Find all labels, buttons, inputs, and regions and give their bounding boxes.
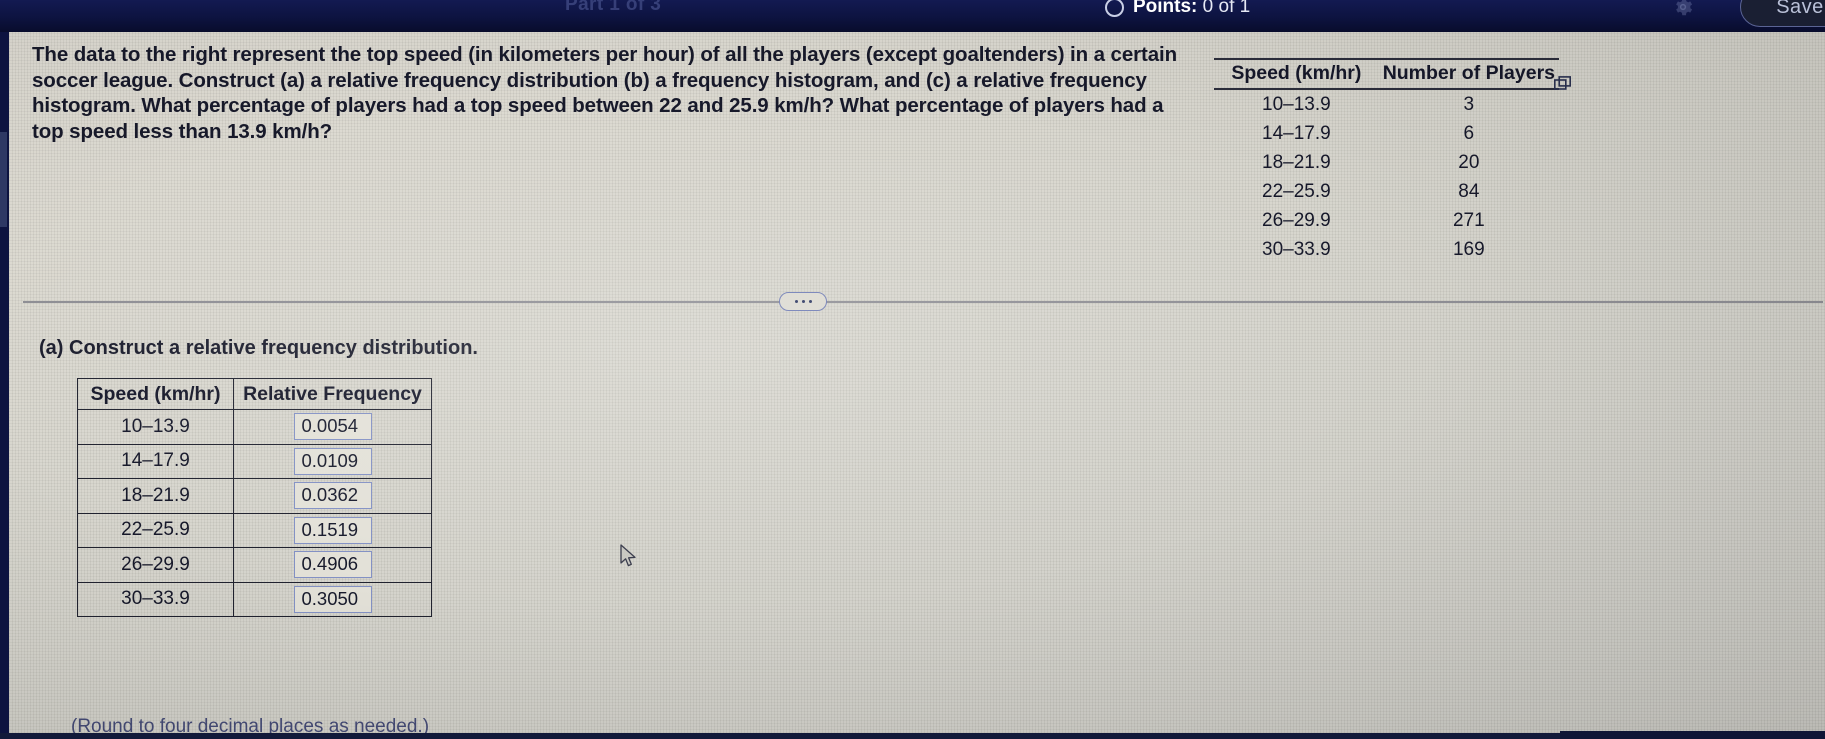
table-row: 26–29.9 0.4906 bbox=[77, 547, 432, 583]
table-row: 26–29.9 271 bbox=[1214, 206, 1559, 235]
answer-cell-speed: 14–17.9 bbox=[77, 443, 234, 479]
table-row: 22–25.9 0.1519 bbox=[77, 512, 432, 548]
answer-cell-input-wrap: 0.0109 bbox=[233, 443, 432, 479]
cell-speed: 30–33.9 bbox=[1262, 238, 1331, 260]
points-indicator: Points: 0 of 1 bbox=[1105, 0, 1250, 18]
answer-cell-input-wrap: 0.1519 bbox=[233, 512, 432, 548]
question-content-sheet: The data to the right represent the top … bbox=[9, 32, 1825, 739]
cell-players: 3 bbox=[1463, 93, 1475, 115]
left-rail bbox=[0, 32, 9, 739]
answer-cell-input-wrap: 0.4906 bbox=[233, 547, 432, 583]
cell-players: 6 bbox=[1463, 122, 1475, 144]
relative-frequency-input[interactable]: 0.0054 bbox=[293, 413, 372, 441]
part-a-label: (a) bbox=[39, 337, 64, 359]
answer-column-header-speed: Speed (km/hr) bbox=[77, 378, 234, 410]
table-row: 10–13.9 3 bbox=[1214, 89, 1559, 119]
answer-cell-speed: 30–33.9 bbox=[77, 581, 234, 617]
cell-players: 84 bbox=[1458, 180, 1480, 202]
mouse-cursor-icon bbox=[620, 544, 636, 567]
part-progress-label: Part 1 of 3 bbox=[565, 0, 662, 15]
part-a-text: Construct a relative frequency distribut… bbox=[63, 337, 478, 359]
more-options-button[interactable] bbox=[779, 292, 827, 311]
dot-icon bbox=[794, 300, 798, 303]
bottom-bar bbox=[0, 733, 1825, 739]
relative-frequency-input[interactable]: 0.3050 bbox=[293, 585, 372, 613]
table-header-row: Speed (km/hr) Number of Players bbox=[1214, 58, 1559, 90]
relative-frequency-input[interactable]: 0.0109 bbox=[293, 447, 372, 475]
cell-speed: 18–21.9 bbox=[1262, 151, 1331, 173]
source-data-table: Speed (km/hr) Number of Players 10–13.9 … bbox=[1214, 58, 1559, 264]
cell-speed: 22–25.9 bbox=[1262, 180, 1331, 202]
cell-players: 20 bbox=[1458, 151, 1480, 173]
cell-players: 169 bbox=[1452, 238, 1485, 260]
relative-frequency-answer-table: Speed (km/hr) Relative Frequency 10–13.9… bbox=[77, 378, 432, 617]
answer-cell-speed: 22–25.9 bbox=[77, 512, 234, 548]
table-row: 14–17.9 6 bbox=[1214, 119, 1559, 148]
cell-speed: 14–17.9 bbox=[1262, 122, 1331, 144]
app-top-bar: Part 1 of 3 Points: 0 of 1 Save bbox=[0, 0, 1825, 32]
question-prompt: The data to the right represent the top … bbox=[32, 43, 1178, 143]
points-value: 0 of 1 bbox=[1202, 0, 1251, 17]
table-row: 18–21.9 0.0362 bbox=[77, 478, 432, 514]
screen-root: Part 1 of 3 Points: 0 of 1 Save The data… bbox=[0, 0, 1825, 739]
answer-column-header-relative-frequency: Relative Frequency bbox=[233, 378, 432, 410]
answer-cell-input-wrap: 0.3050 bbox=[233, 581, 432, 617]
answer-header-row: Speed (km/hr) Relative Frequency bbox=[77, 378, 432, 410]
relative-frequency-input[interactable]: 0.4906 bbox=[293, 551, 372, 579]
relative-frequency-input[interactable]: 0.0362 bbox=[293, 482, 372, 510]
column-header-players: Number of Players bbox=[1378, 58, 1559, 90]
cell-speed: 26–29.9 bbox=[1262, 209, 1331, 231]
gear-icon[interactable] bbox=[1672, 0, 1694, 18]
table-row: 30–33.9 169 bbox=[1214, 235, 1559, 264]
bottom-bar-right bbox=[1560, 731, 1825, 739]
answer-cell-speed: 18–21.9 bbox=[77, 478, 234, 514]
cell-speed: 10–13.9 bbox=[1262, 93, 1331, 115]
answer-cell-input-wrap: 0.0362 bbox=[233, 478, 432, 514]
answer-cell-speed: 10–13.9 bbox=[77, 409, 234, 445]
table-row: 10–13.9 0.0054 bbox=[77, 409, 432, 445]
part-a-prompt: (a) Construct a relative frequency distr… bbox=[39, 337, 478, 360]
cell-players: 271 bbox=[1452, 209, 1485, 231]
points-word: Points: bbox=[1133, 0, 1198, 17]
column-header-speed: Speed (km/hr) bbox=[1214, 58, 1379, 90]
answer-cell-speed: 26–29.9 bbox=[77, 547, 234, 583]
table-row: 18–21.9 20 bbox=[1214, 148, 1559, 177]
circle-progress-icon bbox=[1105, 0, 1124, 17]
relative-frequency-input[interactable]: 0.1519 bbox=[293, 516, 372, 544]
answer-cell-input-wrap: 0.0054 bbox=[233, 409, 432, 445]
dot-icon bbox=[808, 300, 812, 303]
save-button[interactable]: Save bbox=[1740, 0, 1825, 27]
left-rail-marker bbox=[0, 132, 7, 227]
section-divider bbox=[23, 301, 1823, 303]
table-row: 14–17.9 0.0109 bbox=[77, 443, 432, 479]
table-row: 22–25.9 84 bbox=[1214, 177, 1559, 206]
points-label: Points: 0 of 1 bbox=[1133, 0, 1250, 18]
table-row: 30–33.9 0.3050 bbox=[77, 581, 432, 617]
copy-icon[interactable] bbox=[1554, 76, 1572, 93]
dot-icon bbox=[801, 300, 805, 303]
